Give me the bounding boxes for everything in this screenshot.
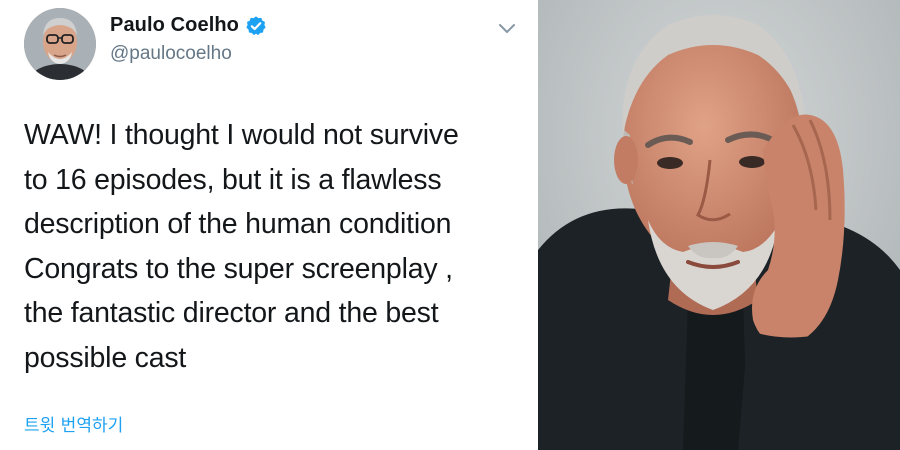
- verified-badge-icon: [245, 15, 267, 37]
- tweet-text-line: WAW! I thought I would not survive: [24, 119, 459, 151]
- tweet-text-line: possible cast: [24, 341, 187, 374]
- portrait-photo: [538, 0, 900, 450]
- handle[interactable]: @paulocoelho: [110, 43, 267, 65]
- tweet-text-line: to 16 episodes, but it is a flawless: [24, 163, 442, 196]
- tweet-card: Paulo Coelho @paulocoelho WAW! I thought…: [0, 0, 535, 450]
- display-name[interactable]: Paulo Coelho: [110, 14, 239, 37]
- translate-tweet-link[interactable]: 트윗 번역하기: [24, 411, 123, 436]
- avatar[interactable]: [24, 8, 96, 80]
- author-info: Paulo Coelho @paulocoelho: [110, 14, 267, 65]
- tweet-text: WAW! I thought I would not survive to 16…: [24, 113, 524, 380]
- screenshot-frame: Paulo Coelho @paulocoelho WAW! I thought…: [0, 0, 900, 450]
- tweet-text-line: Congrats to the super screenplay ,: [24, 252, 453, 285]
- chevron-down-icon[interactable]: [497, 22, 517, 36]
- tweet-text-line: the fantastic director and the best: [24, 297, 439, 329]
- tweet-text-line: description of the human condition: [24, 208, 452, 240]
